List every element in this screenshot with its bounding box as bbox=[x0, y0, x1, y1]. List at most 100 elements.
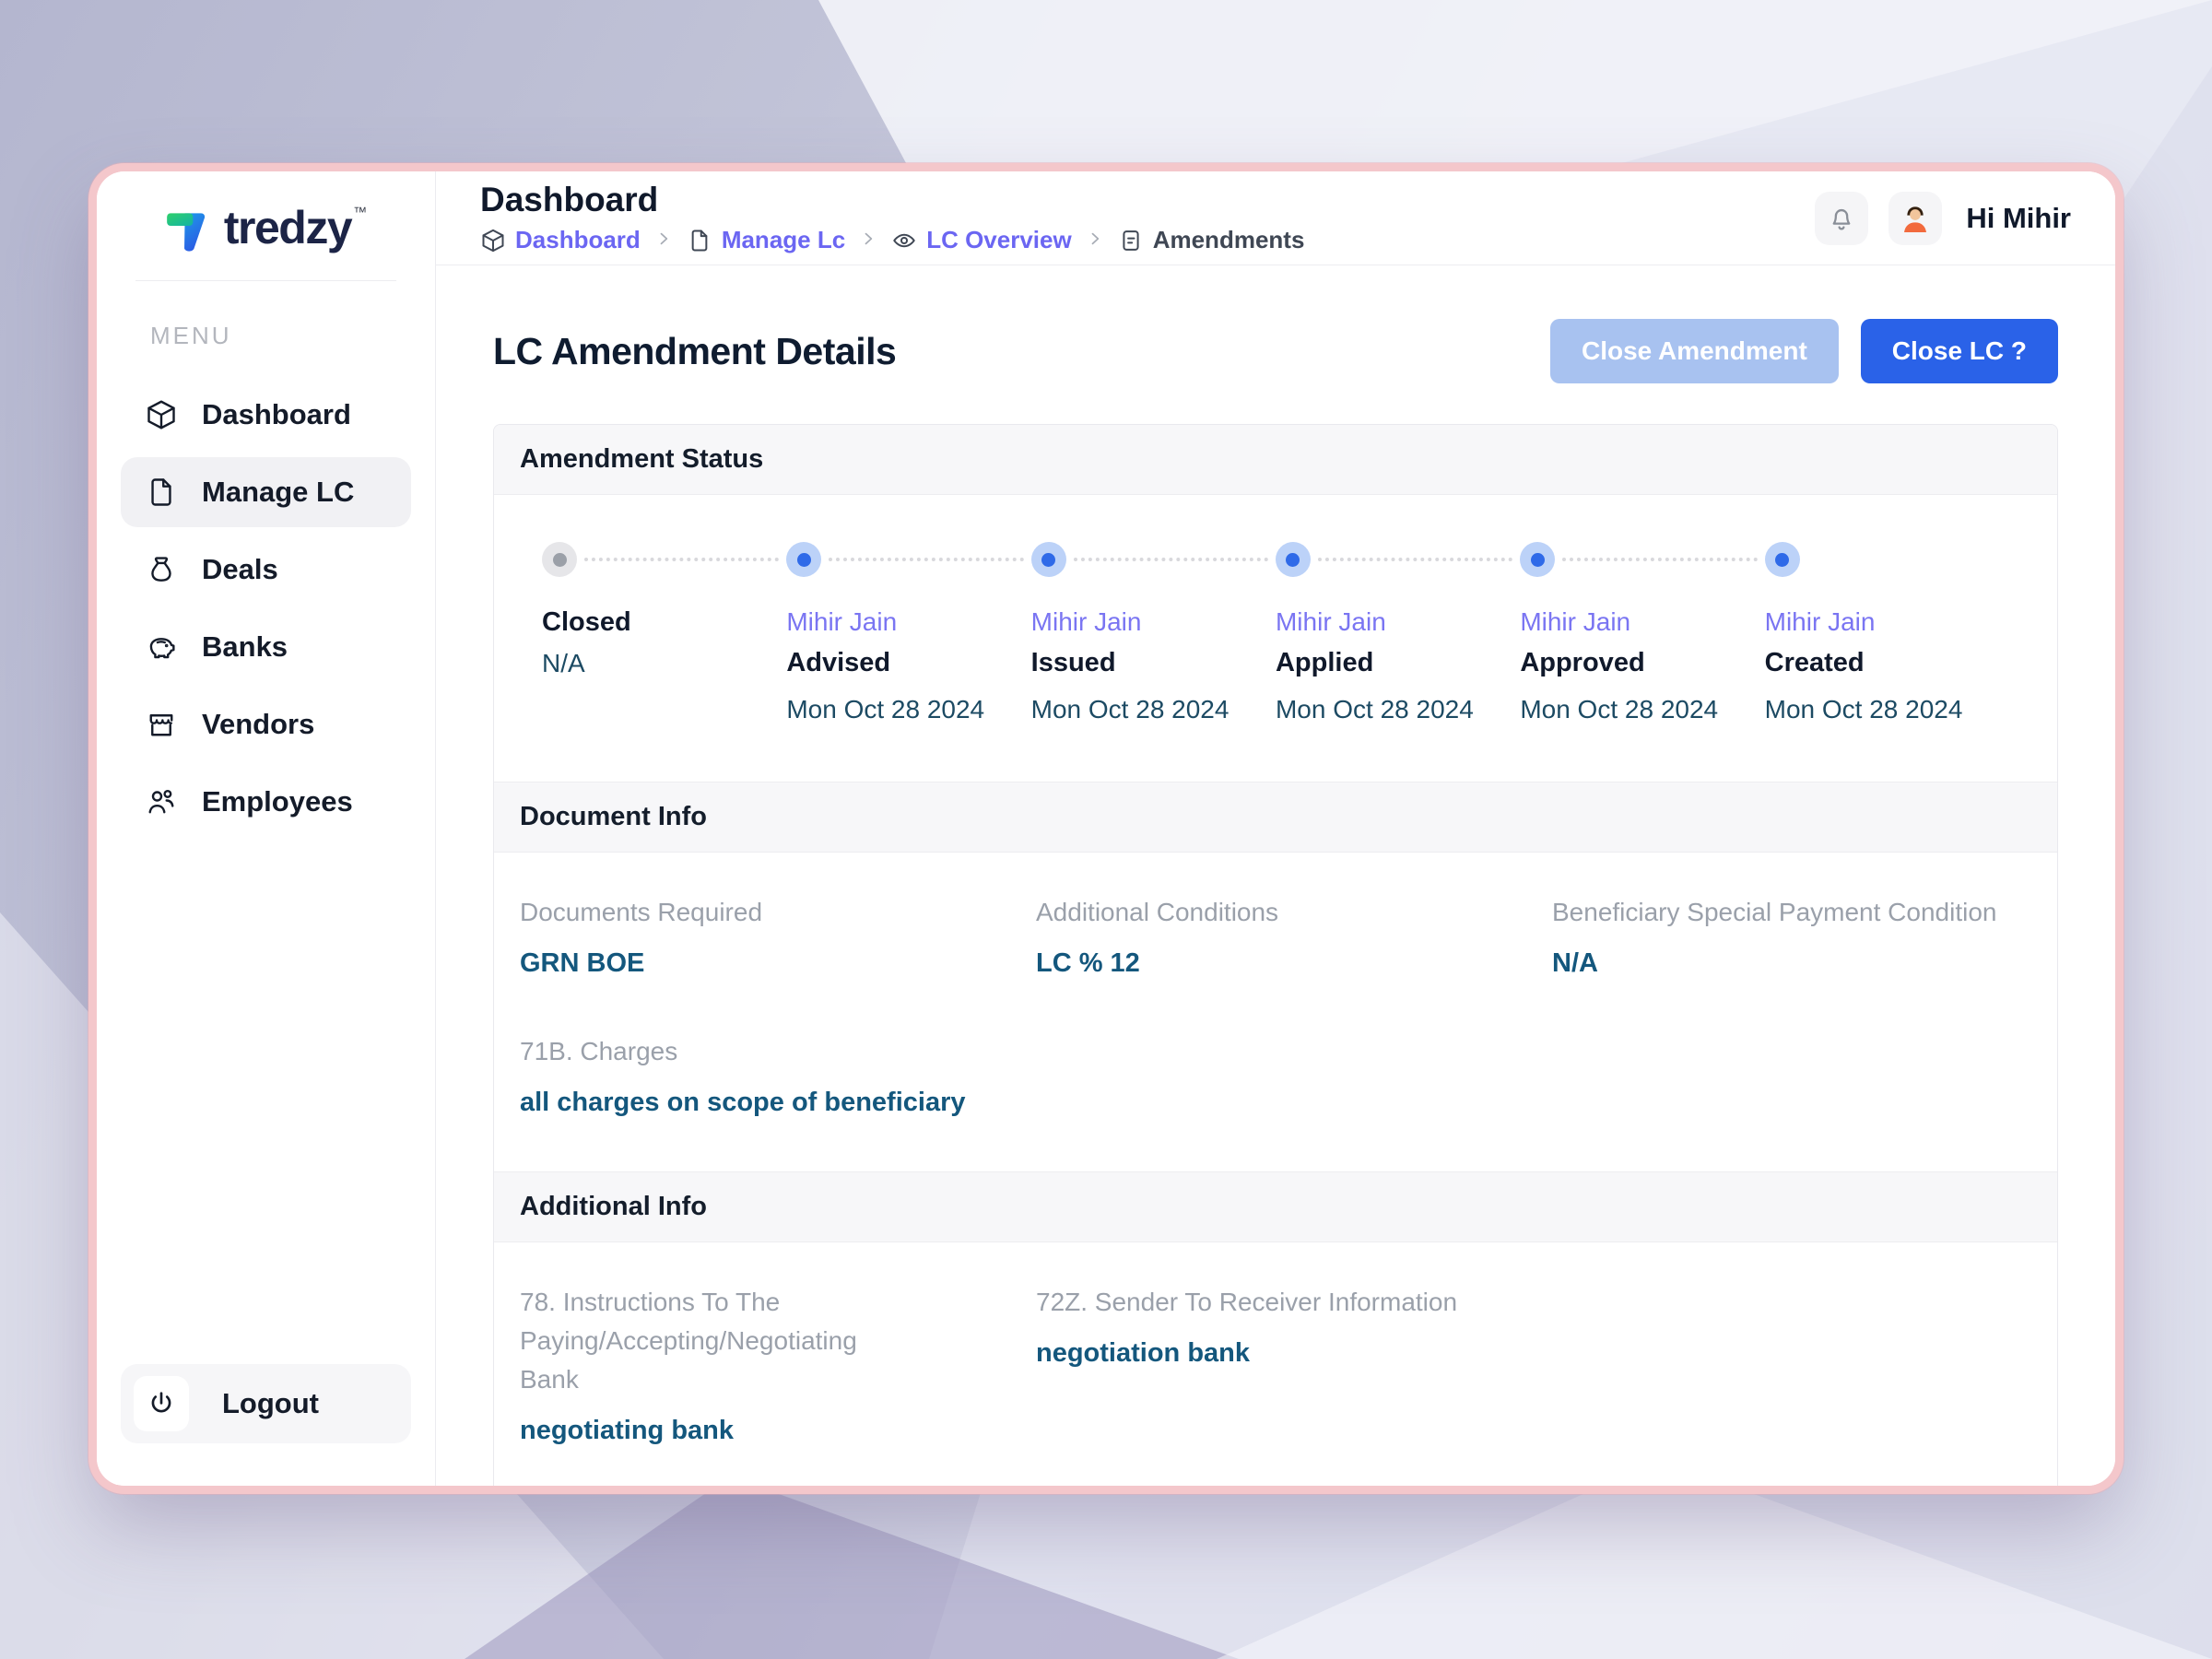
section-header-additional-info: Additional Info bbox=[494, 1171, 2057, 1242]
timeline-node-icon bbox=[542, 542, 577, 577]
chevron-right-icon bbox=[859, 226, 877, 254]
app-window: tredzy ™ MENU Dashboard Manage LC Deals B… bbox=[97, 171, 2115, 1486]
sidebar-item-label: Vendors bbox=[202, 708, 315, 740]
breadcrumb-manage-lc[interactable]: Manage Lc bbox=[687, 226, 845, 254]
close-amendment-button[interactable]: Close Amendment bbox=[1549, 319, 1839, 383]
breadcrumb-label: Amendments bbox=[1152, 226, 1305, 254]
sidebar-item-label: Banks bbox=[202, 630, 288, 663]
timeline-step-created: Mihir Jain Created Mon Oct 28 2024 bbox=[1764, 541, 2009, 724]
breadcrumb-amendments: Amendments bbox=[1118, 226, 1305, 254]
piggy-bank-icon bbox=[149, 638, 175, 659]
sidebar-item-vendors[interactable]: Vendors bbox=[121, 689, 411, 759]
field-beneficiary-special-payment-condition: Beneficiary Special Payment Condition N/… bbox=[1552, 893, 2031, 979]
eye-icon bbox=[893, 233, 915, 248]
page-title: LC Amendment Details bbox=[493, 329, 897, 372]
field-label: 71B. Charges bbox=[520, 1037, 678, 1065]
step-title: Closed bbox=[542, 607, 631, 637]
field-additional-conditions: Additional Conditions LC % 12 bbox=[1036, 893, 1515, 979]
close-lc-button[interactable]: Close LC ? bbox=[1860, 319, 2058, 383]
user-avatar[interactable] bbox=[1888, 191, 1943, 245]
section-header-document-info: Document Info bbox=[494, 782, 2057, 853]
topbar: Dashboard Dashboard Manage Lc LC Overvie… bbox=[436, 171, 2115, 265]
file-icon bbox=[691, 229, 708, 252]
cube-icon bbox=[147, 400, 175, 429]
page-head: LC Amendment Details Close Amendment Clo… bbox=[493, 319, 2058, 383]
bell-icon bbox=[1832, 208, 1851, 229]
step-actor: Mihir Jain bbox=[1030, 607, 1142, 636]
timeline-step-issued: Mihir Jain Issued Mon Oct 28 2024 bbox=[1030, 541, 1276, 724]
step-actor: Mihir Jain bbox=[1275, 607, 1386, 636]
field-72z-sender-to-receiver: 72Z. Sender To Receiver Information nego… bbox=[1036, 1283, 1515, 1446]
timeline-step-closed: Closed N/A bbox=[542, 541, 786, 724]
field-label: 78. Instructions To The Paying/Accepting… bbox=[520, 1288, 857, 1394]
step-status: Applied bbox=[1275, 648, 1374, 677]
breadcrumb-dashboard[interactable]: Dashboard bbox=[480, 226, 641, 254]
section-header-amendment-status: Amendment Status bbox=[494, 425, 2057, 495]
step-date: Mon Oct 28 2024 bbox=[1275, 695, 1474, 724]
step-status: Approved bbox=[1520, 648, 1645, 677]
step-status: Created bbox=[1764, 648, 1865, 677]
avatar-icon bbox=[1904, 206, 1927, 232]
breadcrumb: Dashboard Manage Lc LC Overview Amendmen… bbox=[480, 226, 1304, 254]
timeline-node-icon bbox=[786, 542, 822, 577]
field-value: negotiation bank bbox=[1036, 1338, 1250, 1368]
timeline-connector bbox=[1562, 558, 1758, 561]
page-content: LC Amendment Details Close Amendment Clo… bbox=[436, 265, 2115, 1486]
timeline-step-applied: Mihir Jain Applied Mon Oct 28 2024 bbox=[1275, 541, 1520, 724]
step-actor: Mihir Jain bbox=[1764, 607, 1876, 636]
field-71b-charges: 71B. Charges all charges on scope of ben… bbox=[520, 1032, 999, 1118]
notifications-button[interactable] bbox=[1815, 191, 1869, 245]
field-label: Additional Conditions bbox=[1036, 898, 1279, 926]
document-icon bbox=[1123, 229, 1139, 251]
amendment-status-timeline: Closed N/A Mihir Jain Advised Mon Oct 28… bbox=[494, 495, 2057, 782]
step-date: Mon Oct 28 2024 bbox=[1764, 695, 1963, 724]
step-date bbox=[542, 695, 786, 724]
sidebar-item-manage-lc[interactable]: Manage LC bbox=[121, 457, 411, 527]
sidebar-item-label: Dashboard bbox=[202, 398, 351, 430]
money-bag-icon bbox=[151, 557, 171, 582]
brand-name: tredzy bbox=[223, 202, 353, 253]
file-icon bbox=[151, 478, 171, 506]
sidebar-item-deals[interactable]: Deals bbox=[121, 535, 411, 605]
field-value: GRN BOE bbox=[520, 948, 645, 978]
field-value: LC % 12 bbox=[1036, 948, 1140, 978]
main-area: Dashboard Dashboard Manage Lc LC Overvie… bbox=[436, 171, 2115, 1486]
chevron-right-icon bbox=[654, 226, 673, 254]
field-value: negotiating bank bbox=[520, 1416, 734, 1445]
logout-label: Logout bbox=[222, 1387, 320, 1419]
users-icon bbox=[148, 789, 174, 814]
breadcrumb-lc-overview[interactable]: LC Overview bbox=[891, 226, 1072, 254]
sidebar-nav: Dashboard Manage LC Deals Banks Vendors … bbox=[97, 367, 435, 844]
timeline-connector bbox=[829, 558, 1024, 561]
field-label: 72Z. Sender To Receiver Information bbox=[1036, 1288, 1458, 1316]
storefront-icon bbox=[149, 714, 173, 736]
sidebar-item-label: Employees bbox=[202, 785, 353, 818]
timeline-connector bbox=[1317, 558, 1513, 561]
chevron-right-icon bbox=[1086, 226, 1104, 254]
sidebar-item-employees[interactable]: Employees bbox=[121, 767, 411, 837]
brand-logo: tredzy ™ bbox=[97, 171, 435, 280]
brand-trademark: ™ bbox=[353, 205, 368, 220]
field-documents-required: Documents Required GRN BOE bbox=[520, 893, 999, 979]
step-status: N/A bbox=[542, 649, 585, 677]
sidebar-item-dashboard[interactable]: Dashboard bbox=[121, 380, 411, 450]
step-date: Mon Oct 28 2024 bbox=[786, 695, 985, 724]
breadcrumb-label: Manage Lc bbox=[721, 226, 846, 254]
step-actor: Mihir Jain bbox=[786, 607, 898, 636]
document-info-grid: Documents Required GRN BOE Additional Co… bbox=[494, 853, 2057, 1171]
page-header-title: Dashboard bbox=[480, 180, 659, 218]
sidebar-divider bbox=[135, 280, 396, 281]
page-actions: Close Amendment Close LC ? bbox=[1549, 319, 2058, 383]
step-date: Mon Oct 28 2024 bbox=[1030, 695, 1230, 724]
sidebar-item-banks[interactable]: Banks bbox=[121, 612, 411, 682]
topbar-left: Dashboard Dashboard Manage Lc LC Overvie… bbox=[480, 180, 1304, 255]
step-actor: Mihir Jain bbox=[1520, 607, 1631, 636]
field-label: Beneficiary Special Payment Condition bbox=[1552, 898, 1997, 926]
breadcrumb-label: LC Overview bbox=[926, 226, 1072, 254]
amendment-details-card: Amendment Status Closed N/A Mihir Jain A bbox=[493, 424, 2058, 1486]
field-78-instructions: 78. Instructions To The Paying/Accepting… bbox=[520, 1283, 999, 1446]
timeline-node-icon bbox=[1764, 542, 1800, 577]
logout-button[interactable]: Logout bbox=[121, 1364, 411, 1443]
timeline-node-icon bbox=[1030, 542, 1066, 577]
timeline-step-approved: Mihir Jain Approved Mon Oct 28 2024 bbox=[1520, 541, 1764, 724]
